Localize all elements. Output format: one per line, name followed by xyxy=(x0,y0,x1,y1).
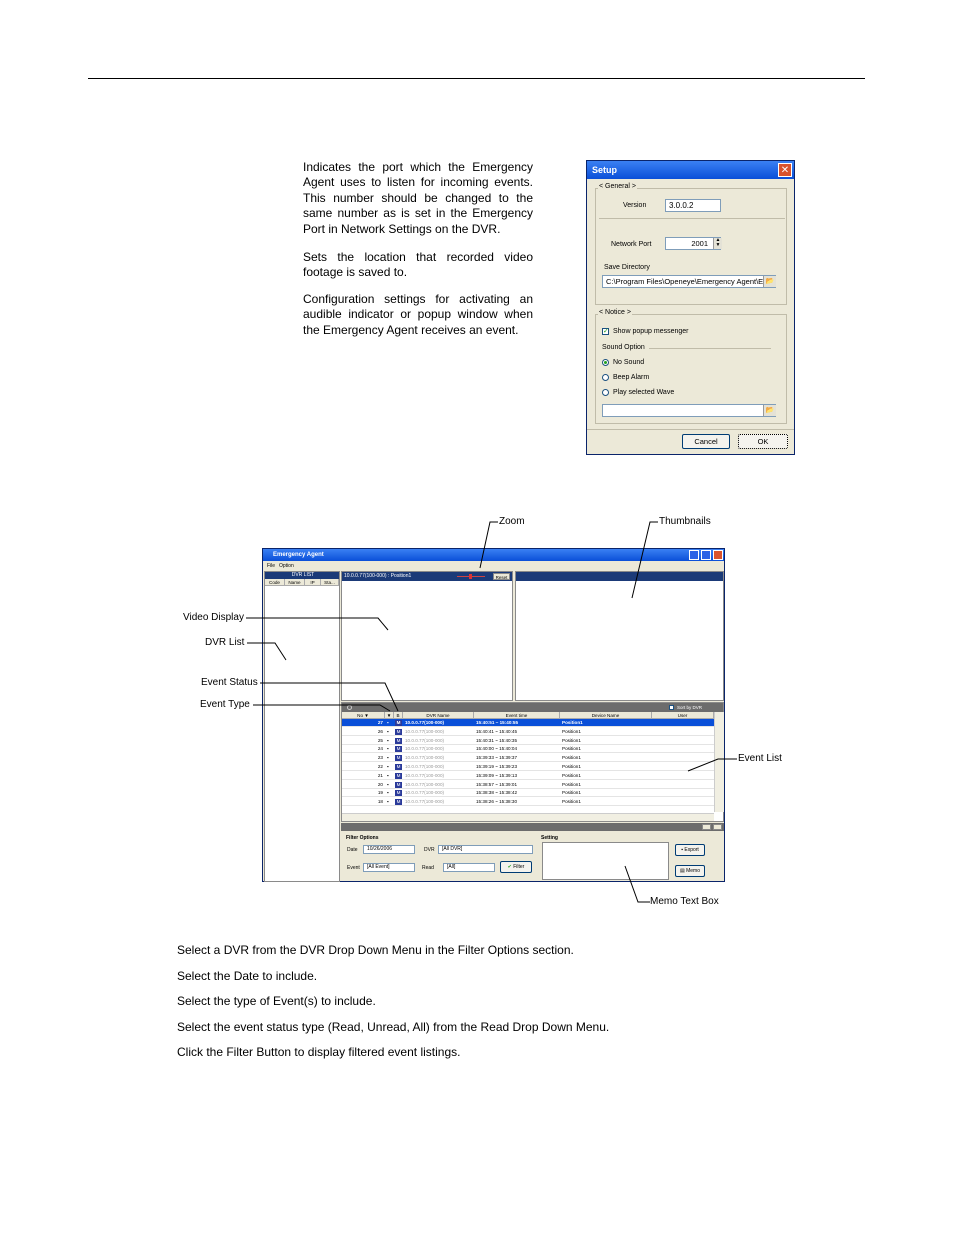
annotation-zoom: Zoom xyxy=(499,516,525,527)
annotation-video-display: Video Display xyxy=(183,612,244,623)
annotation-event-list: Event List xyxy=(738,753,782,764)
annotation-thumbnails: Thumbnails xyxy=(659,516,711,527)
annotation-memo: Memo Text Box xyxy=(650,896,719,907)
step-3: Select the type of Event(s) to include. xyxy=(177,994,376,1008)
annotation-event-type: Event Type xyxy=(200,699,250,710)
step-1: Select a DVR from the DVR Drop Down Menu… xyxy=(177,943,574,957)
annotation-event-status: Event Status xyxy=(201,677,258,688)
step-2: Select the Date to include. xyxy=(177,969,318,983)
step-4: Select the event status type (Read, Unre… xyxy=(177,1020,610,1034)
step-5: Click the Filter Button to display filte… xyxy=(177,1045,461,1059)
annotation-dvr-list: DVR List xyxy=(205,637,245,648)
annotation-lines xyxy=(246,521,737,903)
